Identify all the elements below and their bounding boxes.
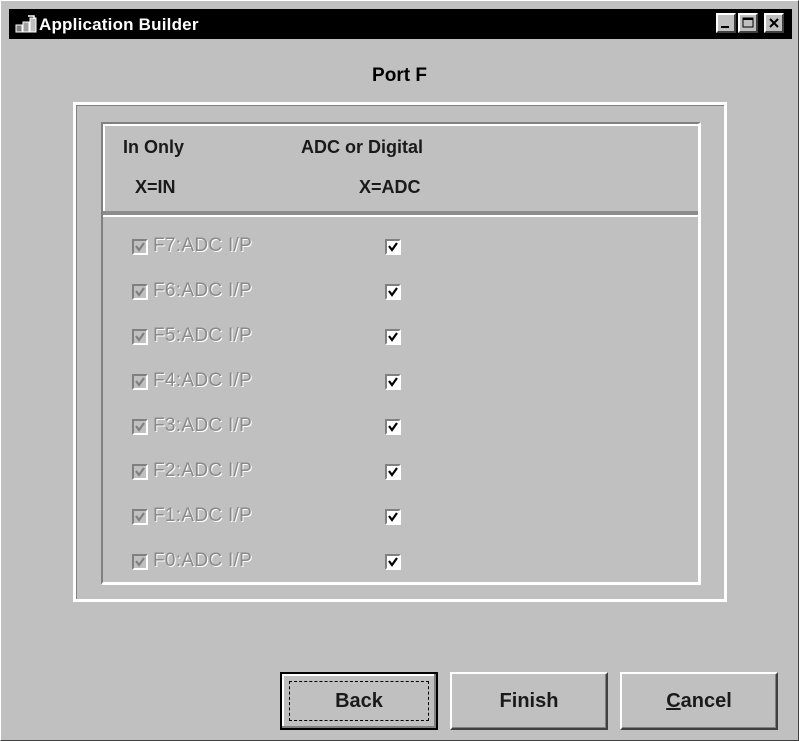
finish-button-label: Finish xyxy=(499,689,559,712)
in-only-checkbox[interactable] xyxy=(132,239,148,255)
in-only-checkbox[interactable] xyxy=(132,554,148,570)
close-icon[interactable] xyxy=(764,13,784,33)
adc-key: X=ADC xyxy=(359,177,421,197)
adc-checkbox[interactable] xyxy=(385,329,401,345)
application-builder-icon xyxy=(15,15,37,33)
pin-label: F2:ADC I/P xyxy=(153,460,253,481)
cancel-label-rest: ancel xyxy=(680,689,732,712)
application-builder-window: Application Builder Port F In Only X=IN … xyxy=(0,0,799,741)
back-button[interactable]: Back xyxy=(280,672,438,730)
pin-label: F7:ADC I/P xyxy=(153,235,253,256)
in-only-header: In Only xyxy=(123,137,185,157)
adc-checkbox[interactable] xyxy=(385,554,401,570)
adc-checkbox[interactable] xyxy=(385,509,401,525)
in-only-checkbox[interactable] xyxy=(132,509,148,525)
in-only-key: X=IN xyxy=(135,177,176,197)
in-only-checkbox[interactable] xyxy=(132,419,148,435)
title-bar[interactable]: Application Builder xyxy=(9,9,792,39)
page-title: Port F xyxy=(372,65,427,86)
cancel-button[interactable]: Cancel xyxy=(620,672,778,730)
pin-label: F3:ADC I/P xyxy=(153,415,253,436)
adc-checkbox[interactable] xyxy=(385,464,401,480)
pin-label: F5:ADC I/P xyxy=(153,325,253,346)
minimize-icon[interactable] xyxy=(716,13,736,33)
in-only-checkbox[interactable] xyxy=(132,284,148,300)
adc-checkbox[interactable] xyxy=(385,284,401,300)
pin-label: F6:ADC I/P xyxy=(153,280,253,301)
cancel-button-label: Cancel xyxy=(666,690,732,713)
cancel-mnemonic: C xyxy=(666,689,681,712)
header-separator xyxy=(103,211,698,217)
in-only-checkbox[interactable] xyxy=(132,329,148,345)
focus-rect xyxy=(289,681,429,721)
pin-label: F0:ADC I/P xyxy=(153,550,253,571)
pin-label: F1:ADC I/P xyxy=(153,505,253,526)
maximize-icon[interactable] xyxy=(738,13,758,33)
adc-checkbox[interactable] xyxy=(385,374,401,390)
adc-checkbox[interactable] xyxy=(385,419,401,435)
window-title: Application Builder xyxy=(39,15,199,34)
adc-checkbox[interactable] xyxy=(385,239,401,255)
adc-digital-header: ADC or Digital xyxy=(301,137,424,157)
in-only-checkbox[interactable] xyxy=(132,464,148,480)
finish-button[interactable]: Finish xyxy=(450,672,608,730)
in-only-checkbox[interactable] xyxy=(132,374,148,390)
pin-label: F4:ADC I/P xyxy=(153,370,253,391)
